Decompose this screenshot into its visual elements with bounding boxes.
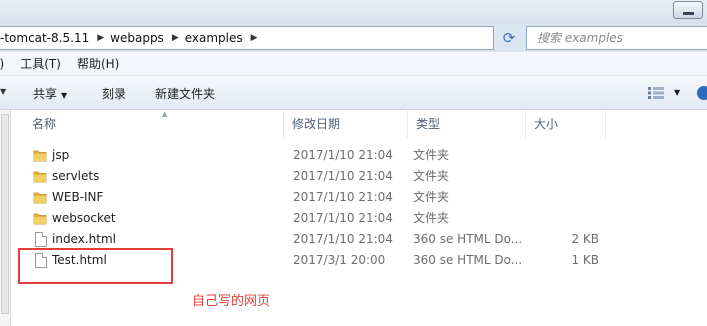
file-type: 文件夹 — [413, 169, 450, 183]
column-header-type[interactable]: 类型 — [408, 110, 526, 138]
file-row-jsp[interactable]: jsp 2017/1/10 21:04 文件夹 — [12, 145, 692, 166]
minimize-button[interactable] — [673, 1, 703, 19]
html-file-icon — [35, 232, 47, 247]
file-row-web-inf[interactable]: WEB-INF 2017/1/10 21:04 文件夹 — [12, 187, 692, 208]
file-name: WEB-INF — [52, 190, 104, 204]
menu-item-view[interactable]: I) — [0, 57, 12, 71]
view-options-icon[interactable] — [648, 87, 664, 99]
folder-icon — [33, 171, 47, 183]
address-row: -tomcat-8.5.11 ▶ webapps ▶ examples ▶ ⟳ … — [0, 24, 707, 52]
column-header-name[interactable]: 名称 — [24, 110, 284, 138]
search-input[interactable]: 搜索 examples — [526, 26, 707, 50]
chevron-down-icon[interactable]: ▼ — [674, 88, 680, 97]
file-modified: 2017/1/10 21:04 — [293, 211, 393, 225]
annotation-highlight-box — [18, 248, 173, 284]
file-type: 360 se HTML Do... — [413, 253, 523, 267]
burn-button[interactable]: 刻录 — [102, 85, 126, 102]
breadcrumb-webapps[interactable]: webapps — [110, 31, 170, 45]
column-header-row: ▲ 名称 修改日期 类型 大小 — [12, 110, 707, 138]
file-size — [519, 208, 599, 229]
file-size: 2 KB — [571, 232, 599, 246]
window-titlebar — [0, 0, 707, 24]
folder-icon — [33, 150, 47, 162]
breadcrumb-separator-icon[interactable]: ▶ — [249, 33, 264, 43]
file-row-index-html[interactable]: index.html 2017/1/10 21:04 360 se HTML D… — [12, 229, 692, 250]
file-size: 1 KB — [571, 253, 599, 267]
help-icon[interactable] — [697, 86, 707, 100]
file-size — [519, 187, 599, 208]
file-type: 文件夹 — [413, 211, 450, 225]
file-name: index.html — [52, 232, 116, 246]
refresh-icon[interactable]: ⟳ — [498, 27, 520, 49]
file-modified: 2017/1/10 21:04 — [293, 148, 393, 162]
breadcrumb-examples[interactable]: examples — [185, 31, 249, 45]
file-row-websocket[interactable]: websocket 2017/1/10 21:04 文件夹 — [12, 208, 692, 229]
share-button[interactable]: 共享 ▼ — [33, 85, 67, 102]
scrollbar[interactable] — [0, 110, 11, 326]
file-type: 文件夹 — [413, 190, 450, 204]
file-row-servlets[interactable]: servlets 2017/1/10 21:04 文件夹 — [12, 166, 692, 187]
file-name: jsp — [52, 148, 70, 162]
address-bar[interactable]: -tomcat-8.5.11 ▶ webapps ▶ examples ▶ — [0, 26, 494, 50]
breadcrumb-separator-icon[interactable]: ▶ — [95, 33, 110, 43]
chevron-down-icon[interactable]: ▼ — [0, 87, 6, 96]
scrollbar-thumb[interactable] — [1, 114, 9, 314]
file-size — [519, 145, 599, 166]
menu-bar: I) 工具(T) 帮助(H) — [0, 52, 707, 76]
file-modified: 2017/1/10 21:04 — [293, 190, 393, 204]
file-type: 文件夹 — [413, 148, 450, 162]
command-toolbar: ▼ 共享 ▼ 刻录 新建文件夹 ▼ — [0, 76, 707, 110]
annotation-label: 自己写的网页 — [192, 294, 271, 309]
breadcrumb-separator-icon[interactable]: ▶ — [170, 33, 185, 43]
file-modified: 2017/1/10 21:04 — [293, 232, 393, 246]
menu-item-help[interactable]: 帮助(H) — [69, 55, 127, 72]
chevron-down-icon: ▼ — [61, 91, 68, 100]
column-header-modified[interactable]: 修改日期 — [284, 110, 408, 138]
file-modified: 2017/1/10 21:04 — [293, 169, 393, 183]
file-type: 360 se HTML Do... — [413, 232, 523, 246]
file-size — [519, 166, 599, 187]
file-name: servlets — [52, 169, 100, 183]
column-header-size[interactable]: 大小 — [526, 110, 606, 138]
folder-icon — [33, 192, 47, 204]
file-name: websocket — [52, 211, 116, 225]
share-label: 共享 — [33, 87, 58, 101]
file-modified: 2017/3/1 20:00 — [293, 253, 386, 267]
breadcrumb-tomcat[interactable]: -tomcat-8.5.11 — [0, 31, 95, 45]
menu-item-tools[interactable]: 工具(T) — [12, 55, 69, 72]
folder-icon — [33, 213, 47, 225]
new-folder-button[interactable]: 新建文件夹 — [155, 85, 215, 102]
